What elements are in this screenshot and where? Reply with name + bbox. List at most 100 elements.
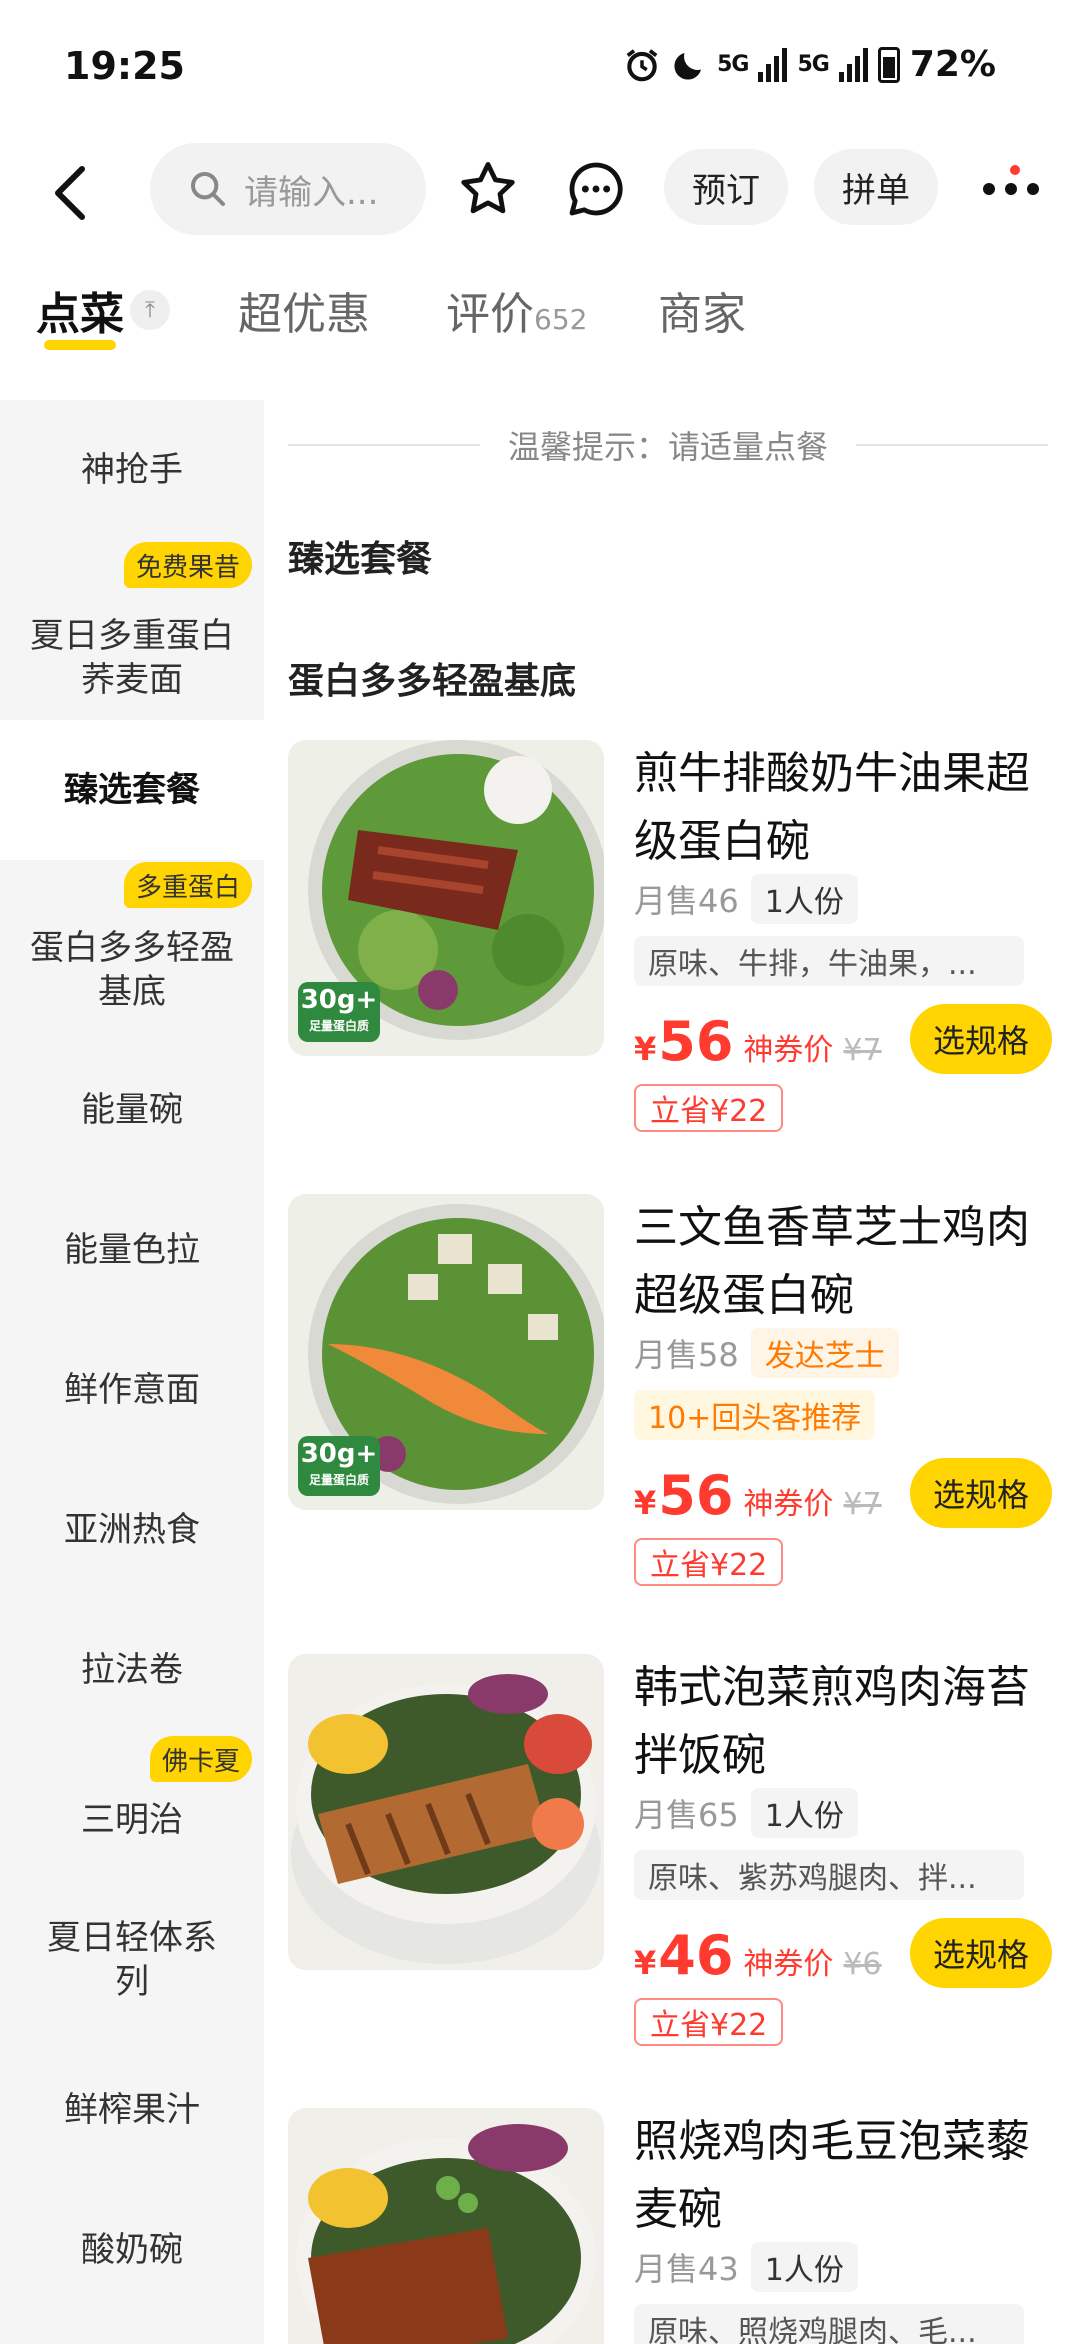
product-card[interactable]: 30g+ 足量蛋白质 三文鱼香草芝士鸡肉超级蛋白碗 月售58 发达芝士 10+回… [288,1194,1058,1614]
section-title: 蛋白多多轻盈基底 [288,661,577,702]
section-title: 臻选套餐 [288,539,433,580]
select-spec-button[interactable]: 选规格 [910,1458,1052,1528]
product-meta: 月售43 1人份 [634,2242,858,2292]
currency-symbol: ¥ [634,1944,657,1982]
price-row: ¥ 46 神券价 ¥6 [634,1924,882,1987]
chat-button[interactable] [556,149,636,229]
product-desc: 原味、紫苏鸡腿肉、拌... [634,1850,1024,1900]
product-title: 三文鱼香草芝士鸡肉超级蛋白碗 [634,1202,1030,1321]
divider [856,444,1049,446]
price: 46 [658,1924,734,1987]
more-button[interactable] [966,149,1056,229]
moon-icon [674,52,702,80]
original-price: ¥7 [843,1033,882,1068]
sidebar-tag: 多重蛋白 [123,862,252,908]
product-title: 煎牛排酸奶牛油果超级蛋白碗 [634,748,1030,867]
sidebar-item-label: 三明治 [81,1799,183,1840]
back-arrow-icon [55,166,85,220]
protein-badge-label: 足量蛋白质 [308,1473,369,1487]
back-button[interactable] [40,153,100,233]
tab-reviews-label: 评价 [446,289,534,340]
original-price: ¥7 [843,1487,882,1522]
order-tip: 温馨提示：请适量点餐 [288,420,1049,470]
tab-bar: 点菜 ⤒ 超优惠 评价652 商家 [0,258,1080,398]
sidebar-item-label: 亚洲热食 [64,1509,200,1550]
price-tag: 神券价 [743,1033,834,1068]
currency-symbol: ¥ [634,1484,657,1522]
price-tag: 神券价 [743,1947,834,1982]
sidebar-item-yogurt[interactable]: 酸奶碗 [0,2180,264,2320]
product-desc: 原味、牛排，牛油果，... [634,936,1024,986]
price-row: ¥ 56 神券价 ¥7 [634,1010,882,1073]
sidebar-item-wrap[interactable]: 拉法卷 [0,1600,264,1740]
sidebar-item-label: 能量色拉 [64,1229,200,1270]
feature-chip: 发达芝士 [750,1328,899,1378]
product-card[interactable]: 韩式泡菜煎鸡肉海苔拌饭碗 月售65 1人份 原味、紫苏鸡腿肉、拌... ¥ 46… [288,1654,1058,2074]
sidebar-item-flash[interactable]: 神抢手 [0,400,264,540]
sidebar-item-asian[interactable]: 亚洲热食 [0,1460,264,1600]
currency-symbol: ¥ [634,1030,657,1068]
food-bowl-image [288,2108,604,2344]
product-title: 照烧鸡肉毛豆泡菜藜麦碗 [634,2116,1030,2235]
sidebar-item-label: 鲜榨果汁 [64,2089,200,2130]
product-meta: 月售65 1人份 [634,1788,858,1838]
portion-chip: 1人份 [750,874,858,924]
savings-tag: 立省¥22 [634,1084,784,1132]
original-price: ¥6 [843,1947,882,1982]
portion-chip: 1人份 [750,2242,858,2292]
price: 56 [658,1464,734,1527]
price: 56 [658,1010,734,1073]
sidebar-item-label: 夏日轻体系列 [47,1917,217,2002]
product-image[interactable]: 30g+ 足量蛋白质 [288,740,604,1056]
sidebar-tag: 免费果昔 [123,542,252,588]
more-icon [983,183,1039,195]
monthly-sales: 月售46 [634,882,739,920]
status-icons: 5G 5G 72% [623,44,996,85]
sidebar-item-premium[interactable]: 臻选套餐 [0,720,264,860]
sidebar-item-summer[interactable]: 夏日轻体系列 [0,1880,264,2040]
favorite-button[interactable] [448,149,528,229]
search-input[interactable]: 请输入... [150,143,426,235]
tab-merchant[interactable]: 商家 [658,278,746,342]
protein-badge-amount: 30g+ [300,1439,378,1469]
product-card[interactable]: 照烧鸡肉毛豆泡菜藜麦碗 月售43 1人份 原味、照烧鸡腿肉、毛... [288,2108,1058,2344]
divider [288,444,480,446]
chat-icon [569,162,623,216]
protein-badge: 30g+ 足量蛋白质 [298,982,380,1042]
tip-text: 温馨提示：请适量点餐 [508,428,829,466]
protein-badge-amount: 30g+ [300,985,378,1015]
sidebar-item-label: 臻选套餐 [64,769,200,810]
sidebar-item-label: 神抢手 [81,449,183,490]
sidebar-item-label: 夏日多重蛋白荞麦面 [30,615,234,700]
tab-deals[interactable]: 超优惠 [238,278,370,342]
food-bowl-image [288,1654,604,1970]
sidebar-item-label: 蛋白多多轻盈基底 [30,927,234,1012]
select-spec-button[interactable]: 选规格 [910,1918,1052,1988]
product-meta: 月售58 发达芝士 [634,1328,899,1378]
signal-icon [758,47,788,82]
tab-order[interactable]: 点菜 [36,278,124,342]
product-meta-2: 10+回头客推荐 [634,1390,876,1440]
book-button[interactable]: 预订 [664,149,788,225]
product-image[interactable] [288,1654,604,1970]
sidebar-item-energy-bowl[interactable]: 能量碗 [0,1040,264,1180]
savings-tag: 立省¥22 [634,1998,784,2046]
select-spec-button[interactable]: 选规格 [910,1004,1052,1074]
collapse-up-icon[interactable]: ⤒ [130,290,170,330]
price-row: ¥ 56 神券价 ¥7 [634,1464,882,1527]
product-image[interactable]: 30g+ 足量蛋白质 [288,1194,604,1510]
product-card[interactable]: 30g+ 足量蛋白质 煎牛排酸奶牛油果超级蛋白碗 月售46 1人份 原味、牛排，… [288,740,1058,1160]
tab-reviews[interactable]: 评价652 [446,278,587,342]
battery-icon [877,46,900,83]
sidebar-item-pasta[interactable]: 鲜作意面 [0,1320,264,1460]
sidebar-item-juice[interactable]: 鲜榨果汁 [0,2040,264,2180]
sidebar-item-energy-salad[interactable]: 能量色拉 [0,1180,264,1320]
status-time: 19:25 [64,44,185,88]
category-sidebar: 神抢手 夏日多重蛋白荞麦面 免费果昔 臻选套餐 蛋白多多轻盈基底 多重蛋白 能量… [0,400,264,2344]
notification-dot [1010,165,1020,175]
sidebar-item-label: 拉法卷 [81,1649,183,1690]
product-image[interactable] [288,2108,604,2344]
group-order-button[interactable]: 拼单 [814,149,938,225]
search-placeholder: 请输入... [244,172,379,213]
tab-active-indicator [44,340,116,350]
